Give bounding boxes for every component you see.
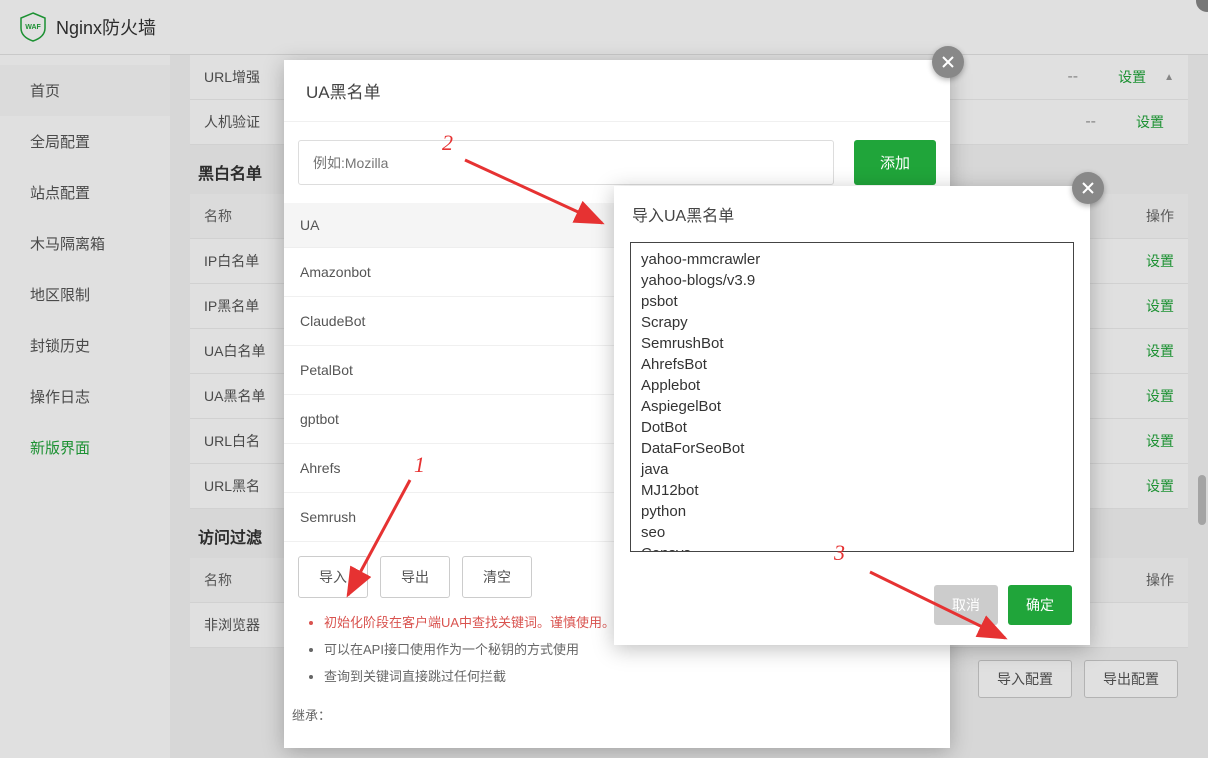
import-textarea[interactable] [630,242,1074,552]
annotation-label-3: 3 [834,540,845,566]
dialog-title: UA黑名单 [284,60,950,122]
export-button[interactable]: 导出 [380,556,450,598]
import-ua-dialog: 导入UA黑名单 取消 确定 [614,186,1090,645]
clear-button[interactable]: 清空 [462,556,532,598]
dialog-title: 导入UA黑名单 [614,186,1090,242]
ua-input[interactable] [298,140,834,185]
annotation-label-2: 2 [442,130,453,156]
annotation-label-1: 1 [414,452,425,478]
close-icon[interactable] [1072,172,1104,204]
cancel-button[interactable]: 取消 [934,585,998,625]
close-icon[interactable] [932,46,964,78]
inherit-label: 继承： [284,699,950,730]
import-button[interactable]: 导入 [298,556,368,598]
add-button[interactable]: 添加 [854,140,936,185]
confirm-button[interactable]: 确定 [1008,585,1072,625]
